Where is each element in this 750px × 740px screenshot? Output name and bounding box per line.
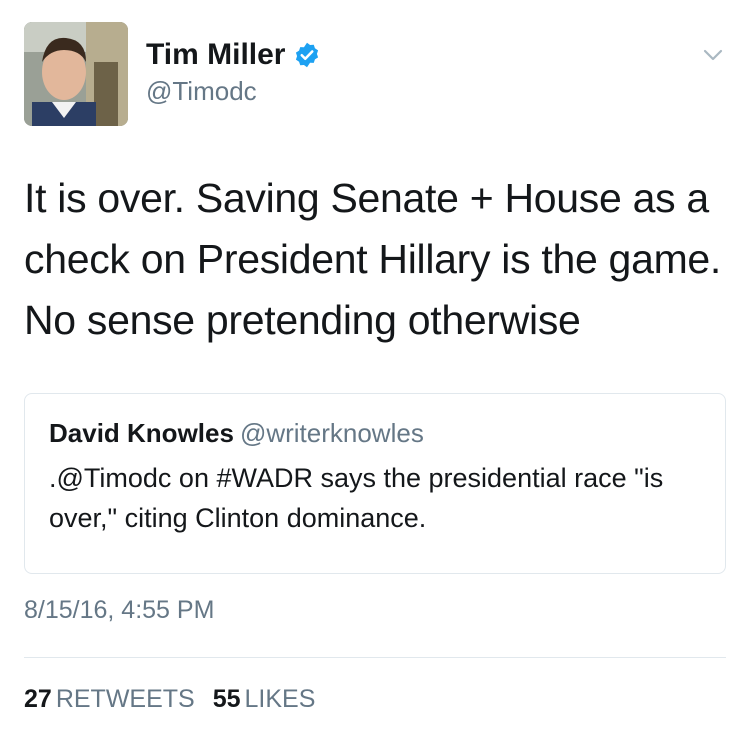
quoted-tweet-text: .@Timodc on #WADR says the presidential … [49, 463, 664, 533]
likes-count: 55 [212, 685, 241, 713]
quoted-author-name: David Knowles [49, 418, 234, 448]
tweet-text: It is over. Saving Senate + House as a c… [24, 175, 722, 343]
tweet-detail: Tim Miller @Timodc It is over. Saving Se… [0, 0, 750, 740]
likes-stat[interactable]: 55 LIKES [213, 685, 316, 714]
author-name[interactable]: Tim Miller [146, 38, 285, 72]
likes-label: LIKES [244, 685, 316, 713]
tweet-timestamp[interactable]: 8/15/16, 4:55 PM [24, 596, 214, 625]
divider [24, 657, 726, 658]
quoted-author-handle: @writerknowles [239, 418, 424, 448]
avatar[interactable] [24, 22, 128, 126]
tweet-stats: 27 RETWEETS 55 LIKES [24, 685, 315, 714]
retweets-label: RETWEETS [55, 685, 195, 713]
verified-badge-icon [293, 41, 321, 69]
chevron-down-icon[interactable] [700, 42, 726, 68]
author-handle[interactable]: @Timodc [146, 76, 257, 107]
quoted-tweet[interactable]: David Knowles @writerknowles .@Timodc on … [24, 393, 726, 574]
quoted-tweet-header: David Knowles @writerknowles [49, 416, 701, 450]
author-name-row: Tim Miller [146, 38, 321, 72]
retweets-stat[interactable]: 27 RETWEETS [24, 685, 195, 714]
retweets-count: 27 [24, 685, 52, 713]
